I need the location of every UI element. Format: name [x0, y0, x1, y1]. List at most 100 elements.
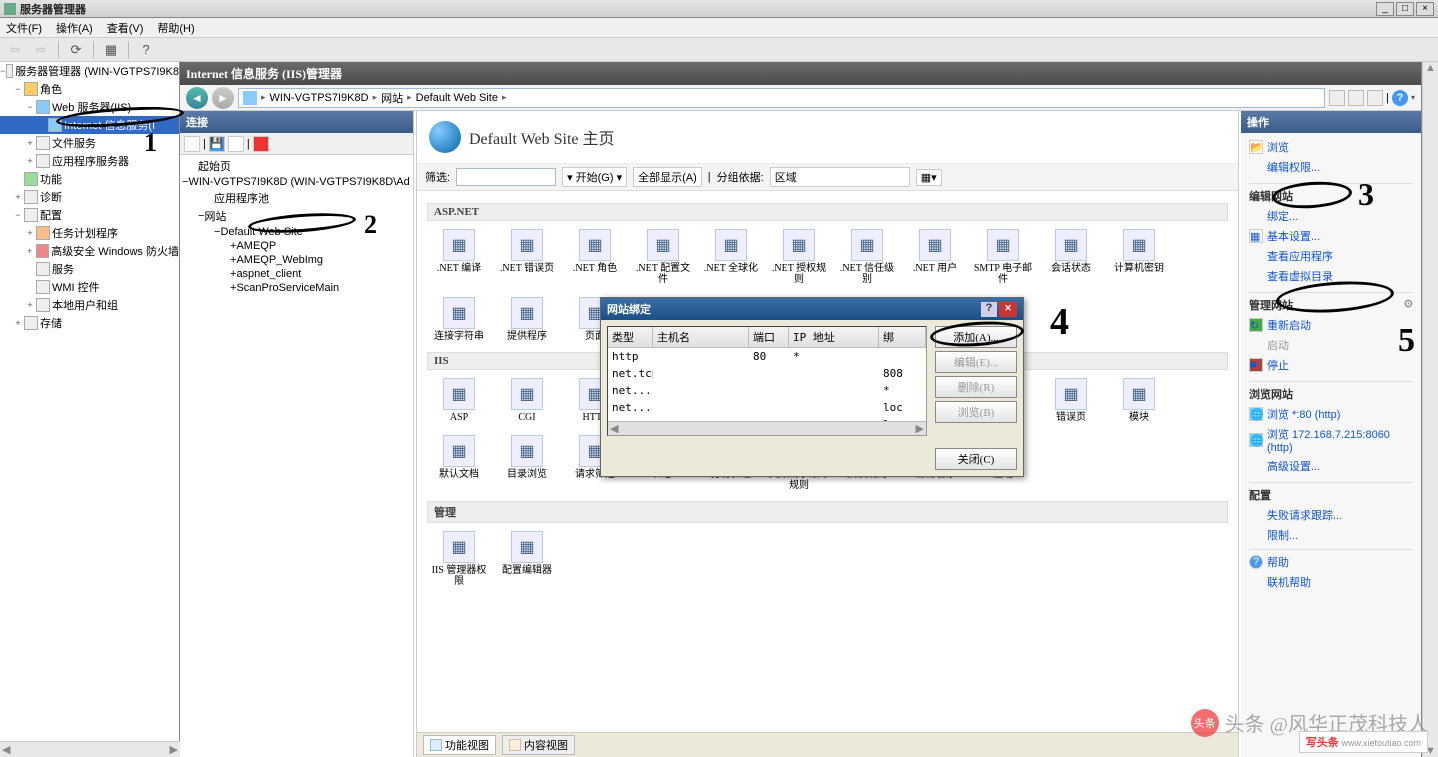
dialog-close-button[interactable]: ✕: [999, 302, 1017, 317]
help-icon[interactable]: ?: [1392, 90, 1408, 106]
conn-tool-save[interactable]: 💾: [209, 136, 225, 152]
tree-services[interactable]: 服务: [52, 261, 74, 277]
groupby-select[interactable]: 区域: [770, 167, 910, 187]
feature-item[interactable]: ▦模块: [1107, 374, 1171, 427]
feature-item[interactable]: ▦.NET 错误页: [495, 225, 559, 289]
col-type[interactable]: 类型: [608, 327, 653, 347]
conn-app-1[interactable]: AMEQP_WebImg: [236, 254, 323, 266]
group-mgmt[interactable]: 管理: [427, 501, 1228, 523]
feature-item[interactable]: ▦默认文档: [427, 431, 491, 495]
tree-file-service[interactable]: 文件服务: [52, 135, 96, 151]
conn-tool-3[interactable]: [228, 136, 244, 152]
conn-start-page[interactable]: 起始页: [198, 158, 231, 174]
col-ip[interactable]: IP 地址: [789, 327, 879, 347]
nav-icon-3[interactable]: [1367, 90, 1383, 106]
action-bindings[interactable]: 绑定...: [1249, 206, 1413, 226]
close-dialog-button[interactable]: 关闭(C): [935, 448, 1017, 470]
breadcrumb-site[interactable]: Default Web Site: [416, 92, 498, 104]
tree-iis-manager[interactable]: Internet 信息服务(I: [64, 117, 155, 133]
feature-item[interactable]: ▦配置编辑器: [495, 527, 559, 591]
col-bind[interactable]: 绑: [879, 327, 926, 347]
action-view-apps[interactable]: 查看应用程序: [1249, 246, 1413, 266]
feature-item[interactable]: ▦CGI: [495, 374, 559, 427]
conn-app-2[interactable]: aspnet_client: [236, 268, 301, 280]
show-all-button[interactable]: 全部显示(A): [633, 167, 702, 187]
feature-item[interactable]: ▦SMTP 电子邮件: [971, 225, 1035, 289]
tree-features[interactable]: 功能: [40, 171, 62, 187]
col-host[interactable]: 主机名: [653, 327, 749, 347]
binding-row[interactable]: http80*: [608, 348, 926, 365]
minimize-button[interactable]: _: [1376, 2, 1394, 16]
menu-view[interactable]: 查看(V): [107, 20, 144, 36]
properties-button[interactable]: ▦: [100, 40, 122, 60]
nav-forward-button[interactable]: ►: [212, 87, 234, 109]
help-button[interactable]: ?: [135, 40, 157, 60]
refresh-button[interactable]: ⟳: [65, 40, 87, 60]
col-port[interactable]: 端口: [749, 327, 789, 347]
conn-app-3[interactable]: ScanProServiceMain: [236, 282, 339, 294]
tree-storage[interactable]: 存储: [40, 315, 62, 331]
action-failed-req[interactable]: 失败请求跟踪...: [1249, 505, 1413, 525]
tree-roles[interactable]: 角色: [40, 81, 62, 97]
feature-item[interactable]: ▦提供程序: [495, 293, 559, 346]
conn-sites[interactable]: 网站: [204, 208, 226, 224]
feature-item[interactable]: ▦错误页: [1039, 374, 1103, 427]
binding-row[interactable]: net....loc: [608, 399, 926, 416]
action-browse[interactable]: 📂浏览: [1249, 137, 1413, 157]
menu-file[interactable]: 文件(F): [6, 20, 42, 36]
action-stop[interactable]: ■停止: [1249, 355, 1413, 375]
breadcrumb[interactable]: ▸ WIN-VGTPS7I9K8D▸ 网站▸ Default Web Site▸: [238, 88, 1325, 108]
view-mode-button[interactable]: ▦▾: [916, 169, 942, 186]
add-binding-button[interactable]: 添加(A)...: [935, 326, 1017, 348]
tree-local-users[interactable]: 本地用户和组: [52, 297, 118, 313]
action-limits[interactable]: 限制...: [1249, 525, 1413, 545]
feature-item[interactable]: ▦连接字符串: [427, 293, 491, 346]
feature-item[interactable]: ▦.NET 编译: [427, 225, 491, 289]
bindings-hscroll[interactable]: ◀▶: [608, 421, 926, 435]
feature-item[interactable]: ▦会话状态: [1039, 225, 1103, 289]
tab-content[interactable]: 内容视图: [502, 735, 575, 755]
tree-config[interactable]: 配置: [40, 207, 62, 223]
feature-item[interactable]: ▦.NET 配置文件: [631, 225, 695, 289]
close-button[interactable]: ×: [1416, 2, 1434, 16]
forward-button[interactable]: ⇨: [30, 40, 52, 60]
conn-app-pools[interactable]: 应用程序池: [214, 190, 269, 206]
conn-default-site[interactable]: Default Web Site: [220, 226, 302, 238]
connections-tree[interactable]: 起始页 −WIN-VGTPS7I9K8D (WIN-VGTPS7I9K8D\Ad…: [180, 155, 413, 757]
breadcrumb-sites[interactable]: 网站: [381, 90, 403, 106]
feature-item[interactable]: ▦.NET 授权规则: [767, 225, 831, 289]
back-button[interactable]: ⇦: [4, 40, 26, 60]
nav-back-button[interactable]: ◄: [186, 87, 208, 109]
action-online-help[interactable]: 联机帮助: [1249, 572, 1413, 592]
tree-app-server[interactable]: 应用程序服务器: [52, 153, 129, 169]
left-tree-hscroll[interactable]: ◀▶: [0, 741, 180, 757]
menu-help[interactable]: 帮助(H): [157, 20, 194, 36]
conn-server[interactable]: WIN-VGTPS7I9K8D (WIN-VGTPS7I9K8D\Ad: [188, 176, 409, 188]
nav-icon-2[interactable]: [1348, 90, 1364, 106]
feature-item[interactable]: ▦ASP: [427, 374, 491, 427]
feature-item[interactable]: ▦.NET 角色: [563, 225, 627, 289]
dialog-titlebar[interactable]: 网站绑定 ?✕: [601, 298, 1023, 320]
feature-item[interactable]: ▦.NET 信任级别: [835, 225, 899, 289]
menu-action[interactable]: 操作(A): [56, 20, 93, 36]
edit-binding-button[interactable]: 编辑(E)...: [935, 351, 1017, 373]
tree-wmi[interactable]: WMI 控件: [52, 279, 100, 295]
action-basic-settings[interactable]: ▦基本设置...: [1249, 226, 1413, 246]
tree-task-scheduler[interactable]: 任务计划程序: [52, 225, 118, 241]
action-browse-8060[interactable]: 🌐浏览 172.168.7.215:8060 (http): [1249, 424, 1413, 456]
tree-root[interactable]: 服务器管理器 (WIN-VGTPS7I9K8: [15, 63, 179, 79]
maximize-button[interactable]: □: [1396, 2, 1414, 16]
dialog-help-button[interactable]: ?: [981, 302, 997, 317]
main-vscroll[interactable]: ▲▼: [1422, 62, 1438, 757]
feature-item[interactable]: ▦.NET 全球化: [699, 225, 763, 289]
binding-row[interactable]: net....*: [608, 382, 926, 399]
go-button[interactable]: ▾ 开始(G) ▾: [562, 167, 627, 187]
delete-binding-button[interactable]: 删除(R): [935, 376, 1017, 398]
filter-input[interactable]: [456, 168, 556, 186]
feature-item[interactable]: ▦IIS 管理器权限: [427, 527, 491, 591]
action-view-vdirs[interactable]: 查看虚拟目录: [1249, 266, 1413, 286]
binding-row[interactable]: net.tcp808: [608, 365, 926, 382]
browse-binding-button[interactable]: 浏览(B): [935, 401, 1017, 423]
action-help[interactable]: ?帮助: [1249, 549, 1413, 572]
tab-features[interactable]: 功能视图: [423, 735, 496, 755]
